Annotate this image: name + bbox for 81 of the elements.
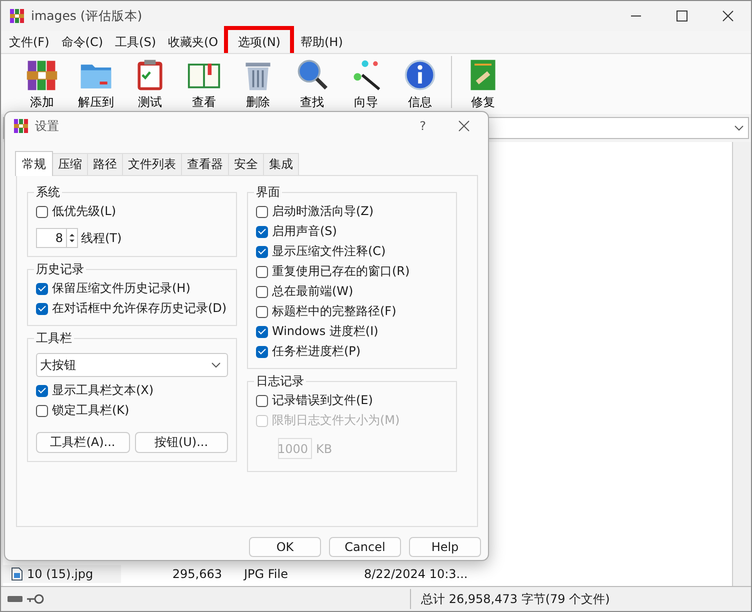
tab[interactable]: 路径 bbox=[87, 153, 123, 175]
maximize-icon[interactable] bbox=[676, 10, 688, 22]
checkbox-label: 标题栏中的完整路径(F) bbox=[272, 303, 396, 320]
image-file-icon bbox=[11, 567, 23, 581]
checkbox-label: 启用声音(S) bbox=[272, 223, 337, 240]
close-icon[interactable] bbox=[458, 120, 470, 132]
dialog-button[interactable]: Help bbox=[409, 537, 481, 557]
checkbox[interactable] bbox=[256, 346, 268, 358]
group-title: 工具栏 bbox=[35, 330, 73, 347]
toolbar-button[interactable]: 信息 bbox=[393, 58, 447, 114]
checkbox-label: 重复使用已存在的窗口(R) bbox=[272, 263, 410, 280]
checkbox[interactable] bbox=[256, 286, 268, 298]
toolbar-button[interactable]: 查找 bbox=[285, 58, 339, 114]
group-title: 日志记录 bbox=[255, 373, 305, 390]
checkbox-label: 记录错误到文件(E) bbox=[272, 392, 373, 409]
checkbox[interactable] bbox=[256, 394, 268, 406]
close-icon[interactable] bbox=[722, 10, 734, 22]
checkbox[interactable] bbox=[36, 384, 48, 396]
checkbox[interactable] bbox=[256, 306, 268, 318]
tab[interactable]: 集成 bbox=[263, 153, 299, 175]
checkbox-label: 显示工具栏文本(X) bbox=[52, 382, 154, 399]
dialog-button[interactable]: Cancel bbox=[329, 537, 401, 557]
checkbox[interactable] bbox=[256, 206, 268, 218]
checkbox[interactable] bbox=[36, 282, 48, 294]
number-spinner[interactable]: 8 bbox=[36, 228, 66, 248]
spin-arrows-icon[interactable] bbox=[66, 228, 78, 248]
dialog-title: 设置 bbox=[35, 118, 59, 134]
tab[interactable]: 查看器 bbox=[181, 153, 229, 175]
checkbox[interactable] bbox=[36, 302, 48, 314]
key-icon bbox=[27, 594, 45, 604]
dropdown[interactable]: 大按钮 bbox=[36, 353, 228, 377]
checkbox-label: 显示压缩文件注释(C) bbox=[272, 243, 386, 260]
tab[interactable]: 文件列表 bbox=[122, 153, 182, 175]
file-type: JPG File bbox=[244, 567, 289, 581]
dialog-button[interactable]: OK bbox=[249, 537, 321, 557]
checkbox-label: 低优先级(L) bbox=[52, 203, 116, 220]
window-title: images (评估版本) bbox=[31, 8, 142, 24]
help-button[interactable]: ? bbox=[420, 119, 426, 133]
info-icon bbox=[403, 58, 437, 92]
checkbox[interactable] bbox=[256, 326, 268, 338]
checkbox[interactable] bbox=[36, 404, 48, 416]
magnifier-icon bbox=[295, 58, 329, 92]
checkbox-label: 在对话框中允许保存历史记录(D) bbox=[52, 300, 227, 317]
status-text: 总计 26,958,473 字节(79 个文件) bbox=[420, 590, 611, 608]
dialog-button[interactable]: 按钮(U)... bbox=[134, 432, 228, 453]
chevron-down-icon bbox=[211, 362, 221, 368]
checkbox-label: 启动时激活向导(Z) bbox=[272, 203, 374, 220]
checkbox-label: 保留压缩文件历史记录(H) bbox=[52, 280, 190, 297]
menu-item[interactable]: 文件(F) bbox=[3, 30, 56, 54]
checkbox-label: 锁定工具栏(K) bbox=[52, 402, 130, 419]
toolbar-button[interactable]: 向导 bbox=[339, 58, 393, 114]
spinner-label: 线程(T) bbox=[81, 230, 122, 246]
checkbox-label: 总在最前端(W) bbox=[272, 283, 354, 300]
menu-item[interactable]: 命令(C) bbox=[55, 30, 110, 54]
checkbox-label: 任务栏进度栏(P) bbox=[272, 343, 361, 360]
tab[interactable]: 安全 bbox=[228, 153, 264, 175]
toolbar-button[interactable]: 修复 bbox=[456, 58, 510, 114]
tab[interactable]: 压缩 bbox=[52, 153, 88, 175]
group-title: 历史记录 bbox=[35, 261, 85, 278]
archive-icon bbox=[13, 118, 29, 134]
file-size: 295,663 bbox=[171, 567, 222, 581]
drive-icon bbox=[7, 595, 23, 603]
checkbox[interactable] bbox=[256, 226, 268, 238]
menu-item[interactable]: 帮助(H) bbox=[294, 30, 349, 54]
group-title: 系统 bbox=[35, 184, 61, 201]
checkbox[interactable] bbox=[36, 206, 48, 218]
group-title: 界面 bbox=[255, 184, 281, 201]
dialog-button[interactable]: 工具栏(A)... bbox=[36, 432, 130, 453]
unit-label: KB bbox=[316, 442, 332, 456]
checkbox-label: Windows 进度栏(I) bbox=[272, 323, 378, 340]
books-icon bbox=[25, 58, 59, 92]
checkbox-label: 限制日志文件大小为(M) bbox=[272, 412, 400, 429]
chevron-down-icon bbox=[734, 125, 744, 131]
menu-item[interactable]: 工具(S) bbox=[109, 30, 162, 54]
checkbox[interactable] bbox=[256, 246, 268, 258]
tab[interactable]: 常规 bbox=[15, 151, 53, 176]
file-modified: 8/22/2024 10:3... bbox=[364, 567, 468, 581]
file-name: 10 (15).jpg bbox=[27, 567, 94, 581]
archive-icon bbox=[9, 8, 25, 24]
checkbox[interactable] bbox=[256, 266, 268, 278]
menu-item[interactable]: 收藏夹(O bbox=[162, 30, 224, 54]
